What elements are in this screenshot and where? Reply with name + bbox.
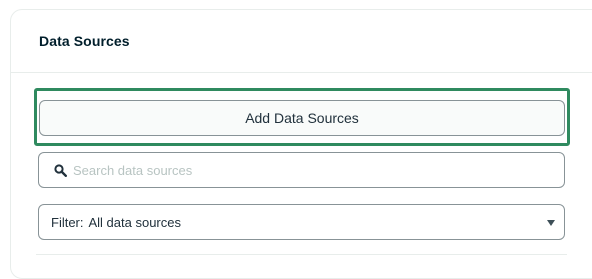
search-input[interactable] (73, 162, 533, 178)
divider (36, 254, 567, 255)
caret-down-icon[interactable] (547, 220, 555, 226)
search-box[interactable] (38, 152, 565, 188)
filter-label: Filter: (51, 214, 84, 230)
panel-title: Data Sources (39, 33, 130, 49)
add-data-sources-label: Add Data Sources (245, 110, 359, 126)
panel-header: Data Sources (11, 10, 592, 73)
search-icon (53, 163, 67, 177)
filter-selected-value: All data sources (88, 214, 182, 230)
add-data-sources-button[interactable]: Add Data Sources (39, 100, 565, 136)
filter-select[interactable]: Filter: All data sources (38, 204, 565, 240)
